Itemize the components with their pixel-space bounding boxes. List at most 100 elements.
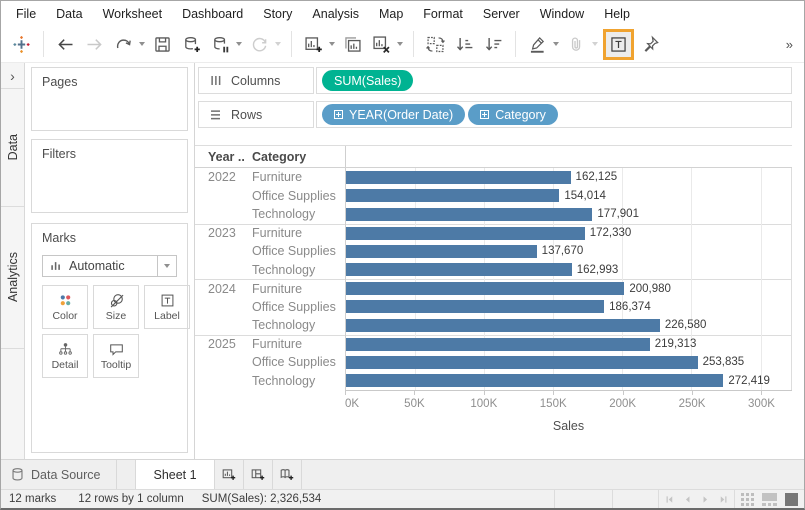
pill-year-order-date-[interactable]: YEAR(Order Date) (322, 104, 465, 125)
menu-help[interactable]: Help (594, 7, 640, 21)
menu-story[interactable]: Story (253, 7, 302, 21)
highlight-button[interactable] (524, 30, 551, 59)
category-header[interactable]: Furniture (252, 337, 345, 351)
detail-button[interactable]: Detail (42, 334, 88, 378)
back-button[interactable] (52, 30, 79, 59)
expand-plus-icon[interactable] (334, 110, 343, 119)
bar-mark[interactable] (346, 227, 585, 240)
color-button[interactable]: Color (42, 285, 88, 329)
new-story-tab-button[interactable] (273, 460, 302, 489)
bar-value-label: 137,670 (542, 245, 584, 257)
category-header[interactable]: Furniture (252, 226, 345, 240)
pause-updates-dropdown-caret[interactable] (236, 42, 242, 46)
size-button[interactable]: Size (93, 285, 139, 329)
fix-axes-button[interactable] (637, 30, 664, 59)
show-sheet-sorter-icon[interactable] (741, 493, 754, 506)
tab-data[interactable]: Data (1, 89, 24, 207)
category-header[interactable]: Office Supplies (252, 355, 345, 369)
menu-map[interactable]: Map (369, 7, 413, 21)
pages-shelf[interactable]: Pages (31, 67, 188, 131)
new-story-icon (278, 466, 295, 483)
clear-sheet-button[interactable] (368, 30, 395, 59)
pill-sum-sales-[interactable]: SUM(Sales) (322, 70, 413, 91)
data-source-tab[interactable]: Data Source (1, 460, 117, 489)
expand-plus-icon[interactable] (480, 110, 489, 119)
tab-analytics[interactable]: Analytics (1, 207, 24, 349)
sort-descending-button[interactable] (480, 30, 507, 59)
rows-shelf[interactable]: YEAR(Order Date)Category (316, 101, 792, 128)
bar-mark[interactable] (346, 356, 698, 369)
new-worksheet-dropdown-caret[interactable] (329, 42, 335, 46)
rows-shelf-label: Rows (231, 108, 262, 122)
category-header[interactable]: Technology (252, 318, 345, 332)
redo-button[interactable] (110, 30, 137, 59)
show-mark-labels-button[interactable] (605, 30, 632, 59)
menu-worksheet[interactable]: Worksheet (93, 7, 173, 21)
category-column-header[interactable]: Category (252, 150, 345, 164)
sort-ascending-button[interactable] (451, 30, 478, 59)
menu-format[interactable]: Format (413, 7, 473, 21)
bar-mark[interactable] (346, 171, 571, 184)
bar-mark[interactable] (346, 319, 660, 332)
filters-shelf[interactable]: Filters (31, 139, 188, 213)
category-header[interactable]: Office Supplies (252, 244, 345, 258)
pause-auto-updates-button[interactable] (207, 30, 234, 59)
category-header[interactable]: Office Supplies (252, 189, 345, 203)
bar-mark[interactable] (346, 300, 604, 313)
category-header[interactable]: Technology (252, 374, 345, 388)
tooltip-button[interactable]: Tooltip (93, 334, 139, 378)
toolbar-overflow-button[interactable]: » (786, 37, 798, 52)
category-header[interactable]: Office Supplies (252, 300, 345, 314)
year-header[interactable]: 2023 (195, 226, 252, 240)
clear-sheet-dropdown-caret[interactable] (397, 42, 403, 46)
mark-type-caret[interactable] (157, 256, 176, 276)
plot-cell: 137,670 (345, 242, 792, 261)
bar-mark[interactable] (346, 374, 723, 387)
show-filmstrip-icon[interactable] (762, 493, 777, 506)
menu-file[interactable]: File (6, 7, 46, 21)
highlight-dropdown-caret[interactable] (553, 42, 559, 46)
bar-mark[interactable] (346, 245, 537, 258)
menu-data[interactable]: Data (46, 7, 92, 21)
bar-mark[interactable] (346, 282, 624, 295)
tableau-logo-icon[interactable] (8, 30, 35, 59)
swap-rows-columns-button[interactable] (422, 30, 449, 59)
sheet-tab-sheet-1[interactable]: Sheet 1 (135, 460, 214, 489)
year-column-header[interactable]: Year .. (195, 150, 252, 164)
bar-mark[interactable] (346, 208, 592, 221)
new-worksheet-tab-button[interactable] (215, 460, 244, 489)
bar-mark[interactable] (346, 263, 572, 276)
columns-shelf[interactable]: SUM(Sales) (316, 67, 792, 94)
axis-tick (692, 391, 693, 395)
year-header[interactable]: 2022 (195, 170, 252, 184)
category-header[interactable]: Furniture (252, 282, 345, 296)
mark-type-dropdown[interactable]: Automatic (42, 255, 177, 277)
new-worksheet-button[interactable] (300, 30, 327, 59)
filters-label: Filters (32, 140, 187, 165)
pill-category[interactable]: Category (468, 104, 558, 125)
category-header[interactable]: Technology (252, 263, 345, 277)
menu-window[interactable]: Window (530, 7, 594, 21)
category-header[interactable]: Technology (252, 207, 345, 221)
category-header[interactable]: Furniture (252, 170, 345, 184)
redo-dropdown-caret[interactable] (139, 42, 145, 46)
chart-row: 2023Furniture172,330 (195, 224, 792, 243)
label-button[interactable]: Label (144, 285, 190, 329)
plot-cell: 253,835 (345, 353, 792, 372)
bar-chart-icon (49, 259, 63, 273)
new-dashboard-tab-button[interactable] (244, 460, 273, 489)
view-mode-switcher (734, 490, 804, 508)
save-button[interactable] (149, 30, 176, 59)
duplicate-sheet-button[interactable] (339, 30, 366, 59)
x-axis[interactable]: Sales 0K50K100K150K200K250K300K (345, 390, 792, 442)
show-tabs-icon[interactable] (785, 493, 798, 506)
bar-mark[interactable] (346, 338, 650, 351)
expand-pane-button[interactable]: › (1, 63, 24, 89)
menu-dashboard[interactable]: Dashboard (172, 7, 253, 21)
menu-analysis[interactable]: Analysis (302, 7, 369, 21)
year-header[interactable]: 2025 (195, 337, 252, 351)
menu-server[interactable]: Server (473, 7, 530, 21)
year-header[interactable]: 2024 (195, 282, 252, 296)
new-data-source-button[interactable] (178, 30, 205, 59)
bar-mark[interactable] (346, 189, 559, 202)
